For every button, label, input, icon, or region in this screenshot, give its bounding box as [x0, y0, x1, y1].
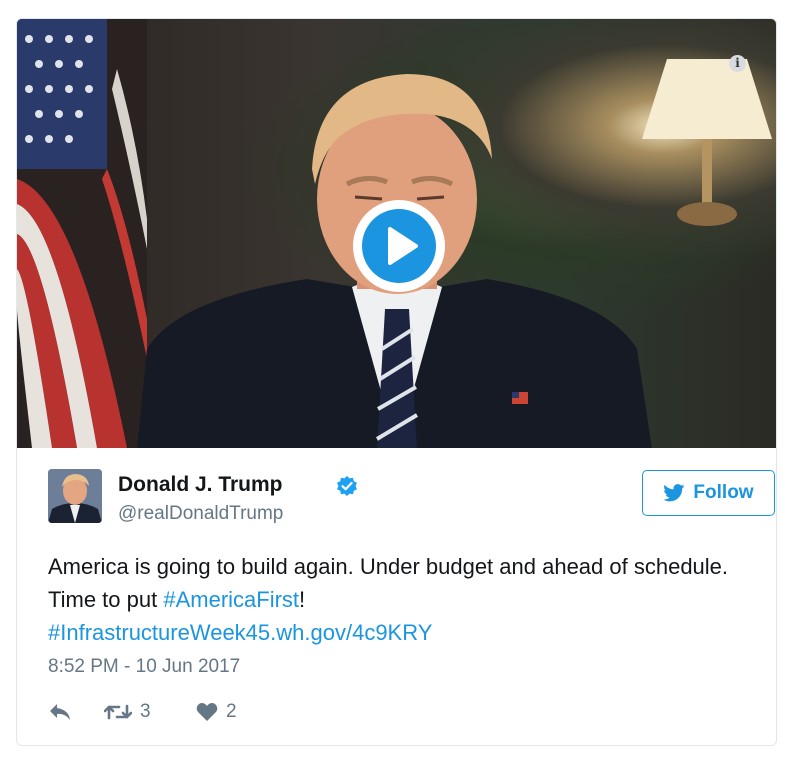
- author-name[interactable]: Donald J. Trump: [118, 473, 283, 497]
- retweet-count: 3: [140, 701, 151, 722]
- reply-button[interactable]: [48, 699, 72, 725]
- follow-button[interactable]: Follow: [642, 470, 775, 516]
- hashtag-link[interactable]: #AmericaFirst: [163, 587, 299, 612]
- hashtag-link[interactable]: #InfrastructureWeek45.wh.gov/4c9KRY: [48, 620, 432, 645]
- tweet-header: Donald J. Trump @realDonaldTrump Follow: [48, 469, 775, 529]
- video-thumbnail[interactable]: i: [17, 19, 776, 448]
- tweet-actions: 3 2: [48, 699, 348, 725]
- info-icon[interactable]: i: [729, 55, 746, 72]
- follow-label: Follow: [693, 482, 754, 503]
- tweet-text-part: !: [299, 587, 306, 612]
- tweet-text: America is going to build again. Under b…: [48, 550, 748, 649]
- author-handle[interactable]: @realDonaldTrump: [118, 503, 283, 525]
- reply-icon: [50, 704, 70, 720]
- tweet-text-part: America is going to build again. Under b…: [48, 554, 729, 612]
- like-count: 2: [226, 701, 237, 722]
- avatar-image: [48, 469, 102, 523]
- twitter-bird-icon: [663, 484, 685, 502]
- heart-icon: [196, 703, 218, 721]
- lamp-image: [642, 59, 772, 226]
- embedded-tweet-card: i Donald J. Trump @realDonaldTrump Follo…: [16, 18, 777, 746]
- tweet-timestamp[interactable]: 8:52 PM - 10 Jun 2017: [48, 656, 240, 678]
- verified-badge-icon: [337, 476, 357, 496]
- retweet-button[interactable]: 3: [104, 699, 151, 725]
- play-button[interactable]: [353, 200, 445, 292]
- play-icon: [388, 227, 418, 265]
- avatar[interactable]: [48, 469, 102, 523]
- american-flag-image: [17, 19, 147, 448]
- like-button[interactable]: 2: [196, 699, 237, 725]
- retweet-icon: [104, 704, 132, 720]
